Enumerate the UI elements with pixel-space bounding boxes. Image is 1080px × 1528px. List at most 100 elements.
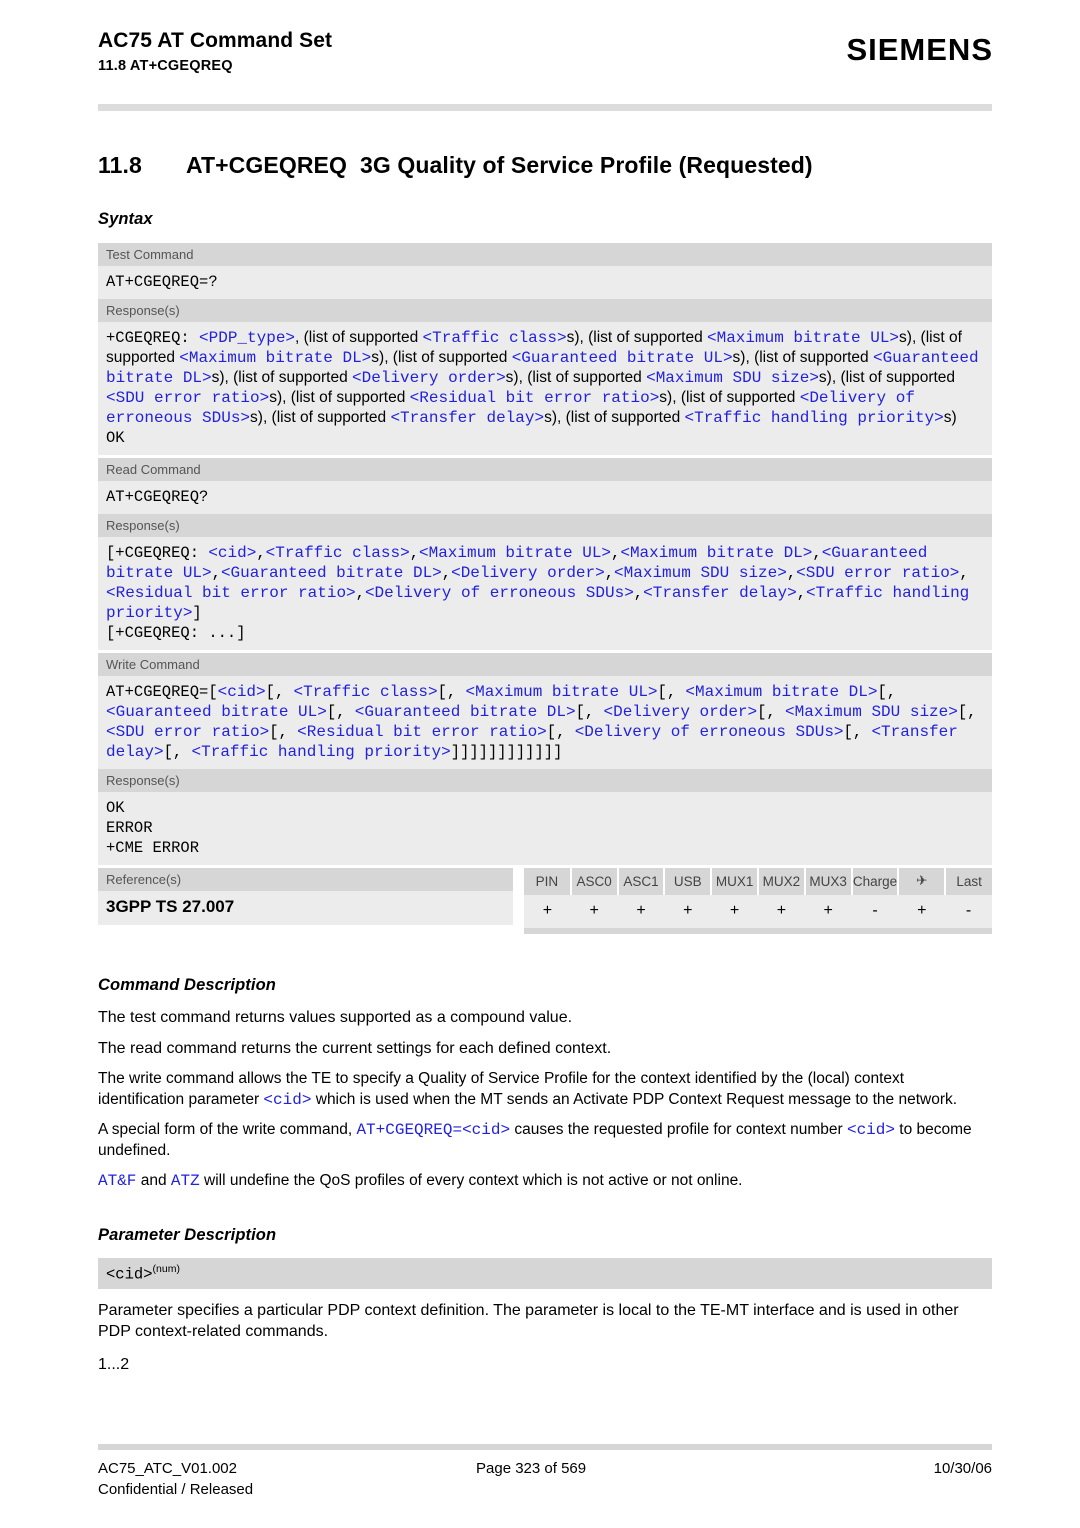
parameter-token: <Delivery order>	[451, 564, 605, 582]
parameter-token: <cid>	[208, 544, 257, 562]
cmd-desc-paragraph-2: The read command returns the current set…	[98, 1039, 612, 1057]
code-token: ,	[409, 544, 419, 562]
capability-col-mux1: MUX1	[711, 868, 759, 895]
parameter-token: <Traffic handling priority>	[191, 743, 451, 761]
code-token: [,	[575, 703, 604, 721]
parameter-block: <cid>(num) Parameter specifies a particu…	[98, 1258, 992, 1376]
parameter-token: <Transfer delay>	[643, 584, 797, 602]
code-token: ]]]]]]]]]]]]	[450, 743, 563, 761]
parameter-token: <SDU error ratio>	[106, 389, 270, 407]
code-token: [,	[843, 723, 872, 741]
parameter-token: <Guaranteed bitrate DL>	[354, 703, 576, 721]
code-token: ,	[959, 564, 969, 582]
parameter-token: <Traffic class>	[265, 544, 410, 562]
prose-token: , (list of supported	[295, 329, 423, 346]
code-token: [,	[657, 683, 686, 701]
code-token: [,	[957, 703, 977, 721]
code-token: [,	[877, 683, 897, 701]
code-token: ,	[256, 544, 266, 562]
parameter-token: <Delivery order>	[352, 369, 506, 387]
parameter-token: ATZ	[170, 1172, 200, 1190]
prose-token: s), (list of supported	[659, 389, 800, 406]
cmd-desc-paragraph-3: The write command allows the TE to speci…	[98, 1069, 992, 1110]
parameter-range: 1...2	[98, 1356, 130, 1374]
header-divider	[98, 104, 992, 111]
code-token: [,	[269, 723, 298, 741]
code-token: [,	[163, 743, 192, 761]
capability-col-asc1: ASC1	[617, 868, 666, 895]
section-title-text: 3G Quality of Service Profile (Requested…	[359, 152, 813, 178]
prose-token: s), (list of supported	[211, 369, 353, 386]
parameter-type-superscript: (num)	[152, 1263, 180, 1275]
capability-value: +	[617, 895, 665, 928]
parameter-token: <Maximum bitrate DL>	[179, 349, 372, 367]
code-token: ,	[604, 564, 615, 582]
code-token: ,	[611, 544, 621, 562]
parameter-token: <Maximum bitrate UL>	[419, 544, 612, 562]
reference-value: 3GPP TS 27.007	[98, 891, 513, 925]
parameter-token: <Maximum SDU size>	[614, 564, 787, 582]
syntax-table: Test Command AT+CGEQREQ=? Response(s) +C…	[98, 243, 992, 868]
code-token: ,	[211, 564, 221, 582]
parameter-token: <Guaranteed bitrate UL>	[511, 349, 733, 367]
write-command-body: AT+CGEQREQ=[<cid>[, <Traffic class>[, <M…	[98, 676, 992, 769]
read-command-body: AT+CGEQREQ?	[98, 481, 992, 514]
capability-header-row: PIN ASC0 ASC1 USB MUX1 MUX2 MUX3 Charge ✈ Last	[524, 868, 992, 895]
code-token: [,	[437, 683, 466, 701]
page-header: AC75 AT Command Set 11.8 AT+CGEQREQ SIEM…	[98, 28, 993, 76]
reference-box: Reference(s) 3GPP TS 27.007	[98, 868, 513, 934]
footer-classification: Confidential / Released	[98, 1481, 254, 1498]
code-token: ,	[441, 564, 452, 582]
capability-value: +	[711, 895, 758, 928]
reference-label: Reference(s)	[98, 868, 513, 891]
parameter-token: <SDU error ratio>	[796, 564, 960, 582]
capability-value-row: + + + + + + + - + -	[524, 895, 992, 928]
test-response-body: +CGEQREQ: <PDP_type>, (list of supported…	[98, 322, 992, 455]
prose-token: s), (list of supported	[269, 389, 410, 406]
airplane-icon: ✈	[898, 868, 947, 895]
footer-row-2: Confidential / Released	[98, 1479, 992, 1500]
parameter-token: <Delivery order>	[603, 703, 758, 721]
prose-token: causes the requested profile for context…	[510, 1121, 847, 1138]
code-token: [+CGEQREQ:	[106, 544, 209, 562]
page-footer: AC75_ATC_V01.002 Page 323 of 569 10/30/0…	[98, 1458, 992, 1500]
code-token: ,	[786, 564, 797, 582]
parameter-token: <Traffic class>	[422, 329, 567, 347]
parameter-description-heading: Parameter Description	[98, 1226, 277, 1244]
capability-value: +	[804, 895, 852, 928]
prose-token: will undefine the QoS profiles of every …	[199, 1172, 743, 1189]
document-page: AC75 AT Command Set 11.8 AT+CGEQREQ SIEM…	[0, 0, 1080, 1528]
code-token: +CGEQREQ:	[106, 329, 200, 347]
capability-value: +	[570, 895, 618, 928]
test-response-label: Response(s)	[98, 299, 992, 322]
siemens-logo: SIEMENS	[846, 32, 993, 67]
parameter-token: <cid>	[846, 1121, 895, 1139]
parameter-token: <cid>	[462, 1121, 511, 1139]
parameter-token: <cid>	[263, 1090, 312, 1109]
prose-token: s), (list of supported	[505, 369, 647, 386]
page-title: 11.8 AT+CGEQREQ 3G Quality of Service Pro…	[98, 152, 813, 179]
capability-col-asc0: ASC0	[570, 868, 619, 895]
capability-value: -	[851, 895, 899, 928]
code-token: ,	[796, 584, 807, 602]
write-response-body: OK ERROR +CME ERROR	[98, 792, 992, 865]
parameter-token: <PDP_type>	[199, 329, 296, 347]
parameter-token: AT&F	[98, 1172, 137, 1190]
test-command-body: AT+CGEQREQ=?	[98, 266, 992, 299]
capability-value: -	[945, 895, 992, 928]
prose-token: which is used when the MT sends an Activ…	[311, 1090, 958, 1108]
parameter-token: <Maximum bitrate DL>	[620, 544, 813, 562]
parameter-token: <SDU error ratio>	[106, 723, 270, 741]
prose-token: s)	[943, 409, 957, 426]
prose-token: and	[136, 1172, 171, 1189]
cmd-desc-paragraph-1: The test command returns values supporte…	[98, 1009, 573, 1026]
parameter-token: <Traffic handling priority>	[684, 409, 944, 427]
capability-col-usb: USB	[664, 868, 713, 895]
code-token: [,	[326, 703, 355, 721]
capability-value: +	[898, 895, 946, 928]
capability-col-last: Last	[945, 868, 992, 895]
parameter-token: <Delivery of erroneous SDUs>	[574, 723, 844, 741]
code-token: [,	[757, 703, 786, 721]
parameter-token: <Guaranteed bitrate DL>	[220, 564, 442, 582]
prose-token: s), (list of supported	[371, 349, 512, 366]
